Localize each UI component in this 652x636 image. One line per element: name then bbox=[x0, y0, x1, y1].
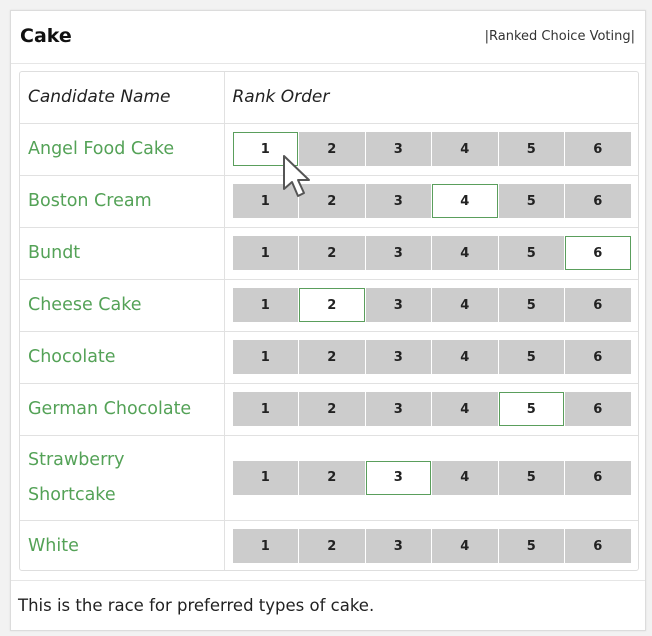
rank-button-group: 123456 bbox=[232, 184, 639, 218]
rank-button-group: 123456 bbox=[232, 340, 639, 374]
rank-button-4[interactable]: 4 bbox=[432, 460, 498, 495]
rank-button-1[interactable]: 1 bbox=[232, 288, 298, 322]
rank-button-3[interactable]: 3 bbox=[365, 392, 431, 426]
rank-button-1[interactable]: 1 bbox=[232, 392, 298, 426]
rank-button-5[interactable]: 5 bbox=[498, 132, 564, 166]
rank-button-2[interactable]: 2 bbox=[299, 529, 365, 564]
candidate-row: Angel Food Cake 1 2 3 4 5 6 bbox=[20, 123, 639, 176]
rank-button-1[interactable]: 1 bbox=[232, 340, 298, 374]
candidate-name: White bbox=[20, 520, 225, 570]
candidate-name: Boston Cream bbox=[20, 175, 225, 228]
rank-button-group: 123456 bbox=[232, 392, 639, 426]
rank-button-4[interactable]: 4 bbox=[432, 288, 498, 322]
candidate-row: Strawberry Shortcake 1 2 3 4 5 6 bbox=[20, 435, 639, 521]
race-card: Cake |Ranked Choice Voting| Candidate Na… bbox=[10, 10, 646, 631]
candidate-row: White 1 2 3 4 5 6 bbox=[20, 520, 639, 570]
voting-method-label: |Ranked Choice Voting| bbox=[484, 29, 635, 44]
rank-button-6[interactable]: 6 bbox=[565, 340, 631, 374]
rank-button-1[interactable]: 1 bbox=[232, 184, 298, 218]
rank-button-3[interactable]: 3 bbox=[365, 340, 431, 374]
rank-button-3[interactable]: 3 bbox=[365, 529, 431, 564]
rank-selector: 123456 bbox=[224, 331, 639, 384]
candidate-name-header: Candidate Name bbox=[20, 72, 225, 124]
rank-button-6[interactable]: 6 bbox=[565, 236, 631, 270]
rank-button-6[interactable]: 6 bbox=[565, 132, 631, 166]
candidate-row: German Chocolate 1 2 3 4 5 6 bbox=[20, 383, 639, 436]
rank-button-6[interactable]: 6 bbox=[565, 184, 631, 218]
rank-button-4[interactable]: 4 bbox=[432, 340, 498, 374]
rank-selector: 123456 bbox=[224, 383, 639, 436]
rank-button-1[interactable]: 1 bbox=[232, 460, 298, 495]
rank-button-4[interactable]: 4 bbox=[432, 236, 498, 270]
candidate-row: Chocolate 1 2 3 4 5 6 bbox=[20, 331, 639, 384]
rank-selector: 123456 bbox=[224, 520, 639, 570]
ballot-panel: Candidate Name Rank Order Angel Food Cak… bbox=[19, 71, 639, 571]
rank-button-group: 123456 bbox=[232, 132, 639, 166]
rank-button-5[interactable]: 5 bbox=[498, 340, 564, 374]
rank-button-2[interactable]: 2 bbox=[299, 460, 365, 495]
race-description: This is the race for preferred types of … bbox=[11, 580, 645, 632]
rank-button-1[interactable]: 1 bbox=[232, 132, 298, 166]
rank-button-2[interactable]: 2 bbox=[299, 288, 365, 322]
rank-button-6[interactable]: 6 bbox=[565, 288, 631, 322]
rank-selector: 123456 bbox=[224, 435, 639, 521]
rank-button-5[interactable]: 5 bbox=[498, 392, 564, 426]
rank-button-group: 123456 bbox=[232, 236, 639, 270]
rank-button-5[interactable]: 5 bbox=[498, 529, 564, 564]
rank-button-3[interactable]: 3 bbox=[365, 132, 431, 166]
rank-button-1[interactable]: 1 bbox=[232, 236, 298, 270]
rank-button-2[interactable]: 2 bbox=[299, 236, 365, 270]
candidate-name: Cheese Cake bbox=[20, 279, 225, 332]
candidate-name: Angel Food Cake bbox=[20, 123, 225, 176]
rank-button-5[interactable]: 5 bbox=[498, 460, 564, 495]
rank-button-5[interactable]: 5 bbox=[498, 288, 564, 322]
race-header: Cake |Ranked Choice Voting| bbox=[11, 11, 645, 64]
candidate-name: Chocolate bbox=[20, 331, 225, 384]
rank-button-2[interactable]: 2 bbox=[299, 340, 365, 374]
rank-selector: 123456 bbox=[224, 123, 639, 176]
rank-button-5[interactable]: 5 bbox=[498, 184, 564, 218]
rank-button-1[interactable]: 1 bbox=[232, 529, 298, 564]
rank-button-4[interactable]: 4 bbox=[432, 132, 498, 166]
rank-selector: 123456 bbox=[224, 279, 639, 332]
rank-button-5[interactable]: 5 bbox=[498, 236, 564, 270]
rank-button-6[interactable]: 6 bbox=[565, 392, 631, 426]
rank-button-4[interactable]: 4 bbox=[432, 529, 498, 564]
candidate-name: Strawberry Shortcake bbox=[20, 435, 225, 521]
rank-button-6[interactable]: 6 bbox=[565, 460, 631, 495]
rank-button-3[interactable]: 3 bbox=[365, 288, 431, 322]
candidate-row: Cheese Cake 1 2 3 4 5 6 bbox=[20, 279, 639, 332]
rank-button-6[interactable]: 6 bbox=[565, 529, 631, 564]
rank-selector: 123456 bbox=[224, 227, 639, 280]
rank-button-group: 123456 bbox=[232, 529, 639, 564]
rank-button-3[interactable]: 3 bbox=[365, 236, 431, 270]
rank-button-2[interactable]: 2 bbox=[299, 132, 365, 166]
rank-button-group: 123456 bbox=[232, 288, 639, 322]
rank-button-3[interactable]: 3 bbox=[365, 184, 431, 218]
rank-button-4[interactable]: 4 bbox=[432, 392, 498, 426]
rank-button-2[interactable]: 2 bbox=[299, 184, 365, 218]
rank-order-header: Rank Order bbox=[224, 72, 638, 124]
race-title: Cake bbox=[20, 25, 72, 47]
rank-selector: 123456 bbox=[224, 175, 639, 228]
candidate-name: Bundt bbox=[20, 227, 225, 280]
rank-button-2[interactable]: 2 bbox=[299, 392, 365, 426]
rank-button-group: 123456 bbox=[232, 460, 639, 495]
rank-button-4[interactable]: 4 bbox=[432, 184, 498, 218]
candidate-row: Bundt 1 2 3 4 5 6 bbox=[20, 227, 639, 280]
candidate-name: German Chocolate bbox=[20, 383, 225, 436]
candidate-row: Boston Cream 1 2 3 4 5 6 bbox=[20, 175, 639, 228]
rank-button-3[interactable]: 3 bbox=[365, 460, 431, 495]
ballot-table: Candidate Name Rank Order Angel Food Cak… bbox=[20, 72, 639, 570]
